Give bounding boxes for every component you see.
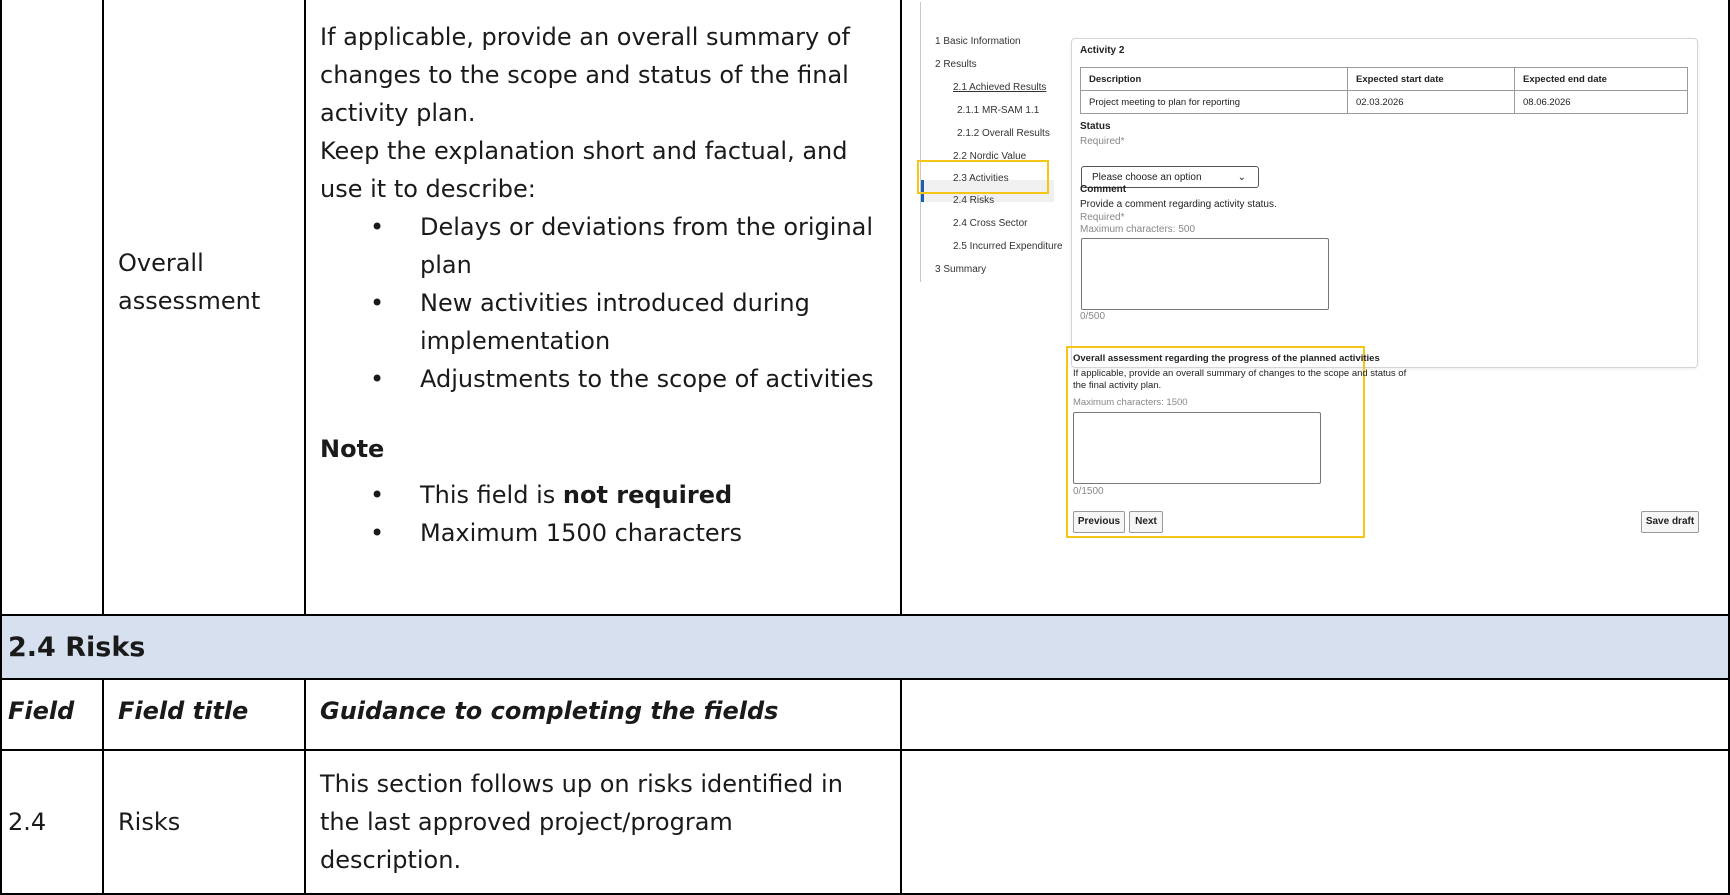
bullet-line: Adjustments to the scope of activities [420, 365, 874, 393]
note-title: Note [320, 435, 385, 463]
nav-item-mr-sam[interactable]: 2.1.1 MR-SAM 1.1 [957, 105, 1039, 116]
table-header: Description [1080, 67, 1348, 91]
activity-table: Description Expected start date Expected… [1080, 67, 1688, 114]
table-header-row: Description Expected start date Expected… [1080, 67, 1688, 91]
grid-line [0, 749, 1730, 751]
nav-item-risks[interactable]: 2.4 Risks [953, 195, 994, 206]
bullet-line: implementation [420, 327, 611, 355]
field-title-line: Overall [118, 249, 204, 277]
row-guidance: This section follows up on risks identif… [320, 765, 890, 879]
table-cell: 08.06.2026 [1514, 90, 1688, 114]
grid-line [0, 678, 1730, 680]
comment-max: Maximum characters: 500 [1080, 224, 1196, 235]
section-band-risks [0, 615, 1730, 678]
grid-line [0, 0, 2, 895]
guidance-line: activity plan. [320, 99, 476, 127]
overall-title: Overall assessment regarding the progres… [1073, 353, 1380, 364]
guidance-line: This section follows up on risks identif… [320, 770, 843, 798]
note-bullet: This field is not required [320, 476, 890, 514]
row-field-number: 2.4 [8, 808, 47, 836]
nav-item-basic-information[interactable]: 1 Basic Information [935, 36, 1021, 47]
overall-help-line: If applicable, provide an overall summar… [1073, 368, 1407, 379]
grid-line [900, 678, 902, 895]
guidance-document: Overall assessment If applicable, provid… [0, 0, 1730, 895]
guidance-line: If applicable, provide an overall summar… [320, 23, 851, 51]
nav-item-cross-sector[interactable]: 2.4 Cross Sector [953, 218, 1027, 229]
comment-required: Required* [1080, 212, 1125, 223]
comment-textarea[interactable] [1081, 238, 1329, 310]
nav-item-results[interactable]: 2 Results [935, 59, 977, 70]
overall-assessment-textarea[interactable] [1073, 412, 1321, 484]
table-cell: Project meeting to plan for reporting [1080, 90, 1348, 114]
chevron-down-icon: ⌄ [1237, 172, 1246, 183]
guidance-line: changes to the scope and status of the f… [320, 61, 849, 89]
nav-item-incurred-expenditure[interactable]: 2.5 Incurred Expenditure [953, 241, 1063, 252]
overall-max: Maximum characters: 1500 [1073, 397, 1188, 408]
table-header: Expected end date [1514, 67, 1688, 91]
header-guidance: Guidance to completing the fields [320, 697, 779, 725]
grid-line [0, 614, 1730, 616]
next-button[interactable]: Next [1129, 511, 1163, 533]
comment-label: Comment [1080, 184, 1127, 195]
note-bullet: Maximum 1500 characters [320, 514, 890, 552]
note-text: This field is [420, 481, 563, 509]
guidance-bullet: Delays or deviations from the original p… [320, 208, 890, 284]
note-text: Maximum 1500 characters [420, 519, 743, 547]
row-field-title: Risks [118, 808, 181, 836]
guidance-bullet-list: Delays or deviations from the original p… [320, 208, 890, 398]
status-label: Status [1080, 121, 1111, 132]
grid-line [102, 0, 104, 615]
nav-item-summary[interactable]: 3 Summary [935, 264, 986, 275]
bullet-line: New activities introduced during [420, 289, 810, 317]
table-cell: 02.03.2026 [1347, 90, 1515, 114]
guidance-bullet: New activities introduced during impleme… [320, 284, 890, 360]
grid-line [900, 0, 902, 615]
overall-help-line: the final activity plan. [1073, 380, 1162, 391]
nav-highlight-box [917, 160, 1049, 194]
nav-item-overall-results[interactable]: 2.1.2 Overall Results [957, 128, 1050, 139]
guidance-line: use it to describe: [320, 175, 536, 203]
header-field-title: Field title [118, 697, 249, 725]
status-select-value: Please choose an option [1092, 172, 1202, 183]
guidance-line: description. [320, 846, 462, 874]
comment-counter: 0/500 [1080, 311, 1106, 322]
header-field: Field [8, 697, 75, 725]
section-title: 2.4 Risks [8, 632, 146, 663]
previous-button[interactable]: Previous [1073, 511, 1125, 533]
grid-line [1728, 0, 1730, 895]
field-title-line: assessment [118, 287, 261, 315]
field-title-overall-assessment: Overall assessment [118, 244, 260, 320]
activity-title: Activity 2 [1080, 45, 1125, 56]
table-row: Project meeting to plan for reporting 02… [1080, 90, 1688, 114]
grid-line [0, 893, 1730, 895]
grid-line [102, 678, 104, 895]
save-draft-button[interactable]: Save draft [1641, 511, 1699, 533]
table-header: Expected start date [1347, 67, 1515, 91]
nav-item-achieved-results[interactable]: 2.1 Achieved Results [953, 82, 1046, 93]
embedded-form-screenshot: 1 Basic Information 2 Results 2.1 Achiev… [903, 2, 1729, 614]
comment-help: Provide a comment regarding activity sta… [1080, 199, 1277, 210]
bullet-line: plan [420, 251, 472, 279]
note-bullet-list: This field is not required Maximum 1500 … [320, 476, 890, 552]
grid-line [304, 0, 306, 615]
guidance-line: Keep the explanation short and factual, … [320, 137, 848, 165]
guidance-overall-assessment: If applicable, provide an overall summar… [320, 18, 890, 552]
bullet-line: Delays or deviations from the original [420, 213, 874, 241]
guidance-line: the last approved project/program [320, 808, 733, 836]
status-required: Required* [1080, 136, 1125, 147]
step-navigation: 1 Basic Information 2 Results 2.1 Achiev… [920, 2, 1071, 282]
overall-counter: 0/1500 [1073, 486, 1104, 497]
grid-line [304, 678, 306, 895]
note-bold-text: not required [562, 481, 733, 509]
guidance-bullet: Adjustments to the scope of activities [320, 360, 890, 398]
